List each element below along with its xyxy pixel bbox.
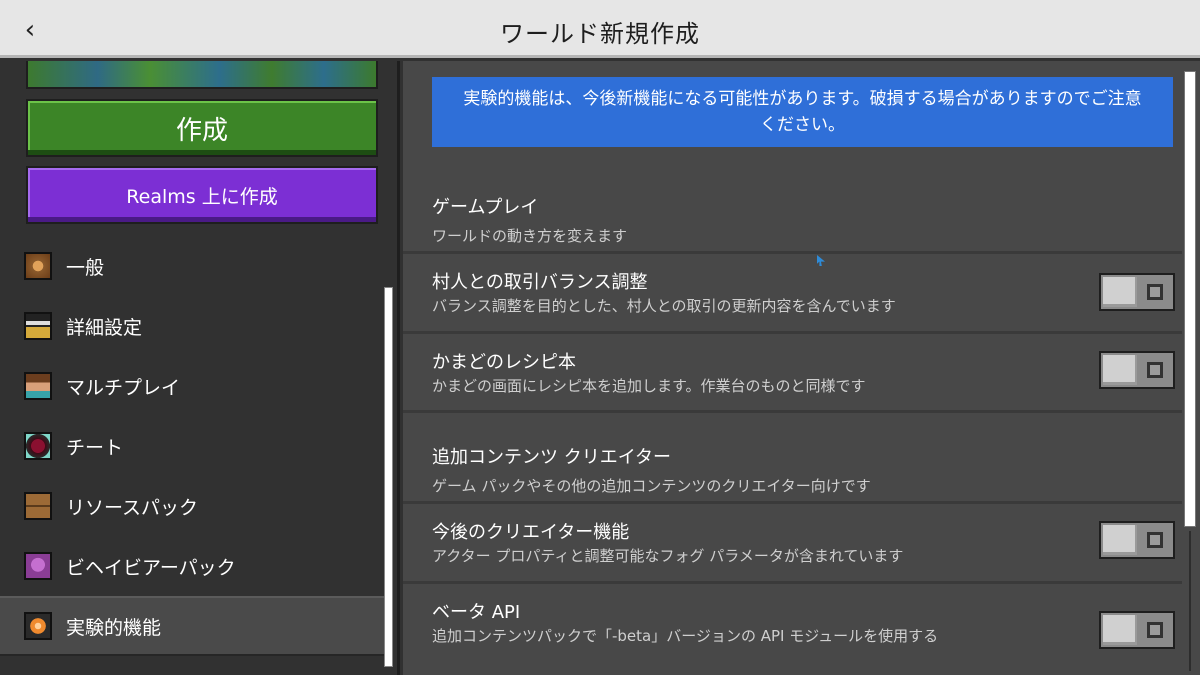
sidebar-item-label: マルチプレイ [66, 376, 181, 399]
sidebar: 作成 Realms 上に作成 一般 詳細設定 マルチプレイ チート リソースパッ… [0, 61, 400, 675]
sidebar-item-label: 一般 [66, 256, 105, 279]
create-button[interactable]: 作成 [26, 99, 378, 157]
section-desc-addon-creators: ゲーム パックやその他の追加コンテンツのクリエイター向けです [432, 477, 871, 495]
sidebar-item-label: チート [66, 436, 124, 459]
beta-api-toggle[interactable] [1099, 611, 1175, 649]
sidebar-item-label: ビヘイビアーパック [66, 556, 236, 579]
sidebar-item-label: リソースパック [66, 496, 199, 519]
toggle-knob [1103, 615, 1137, 645]
sidebar-nav: 一般 詳細設定 マルチプレイ チート リソースパック ビヘイビアーパック 実験的… [0, 236, 384, 656]
villager-trade-rebalance-toggle[interactable] [1099, 273, 1175, 311]
create-on-realms-button[interactable]: Realms 上に作成 [26, 166, 378, 224]
setting-row-furnace-recipe-book: かまどのレシピ本 かまどの画面にレシピ本を追加します。作業台のものと同様です [403, 334, 1182, 412]
experimental-notice-banner: 実験的機能は、今後新機能になる可能性があります。破損する場合がありますのでご注意… [432, 77, 1173, 147]
toggle-off-icon [1147, 622, 1163, 638]
toggle-knob [1103, 525, 1137, 555]
upcoming-creator-features-toggle[interactable] [1099, 521, 1175, 559]
setting-description: アクター プロパティと調整可能なフォグ パラメータが含まれています [432, 547, 904, 565]
toggle-knob [1103, 355, 1137, 385]
section-title-gameplay: ゲームプレイ [432, 197, 539, 218]
furnace-recipe-book-toggle[interactable] [1099, 351, 1175, 389]
sidebar-item-label: 詳細設定 [66, 316, 143, 339]
sidebar-scrollbar[interactable] [384, 287, 393, 667]
world-preview-image [26, 61, 378, 89]
page-title: ワールド新規作成 [500, 20, 700, 48]
general-icon [24, 252, 52, 280]
setting-title: 村人との取引バランス調整 [432, 272, 648, 293]
experiments-panel: 実験的機能は、今後新機能になる可能性があります。破損する場合がありますのでご注意… [403, 61, 1200, 675]
toggle-off-icon [1147, 362, 1163, 378]
toggle-off-icon [1147, 284, 1163, 300]
toggle-knob [1103, 277, 1137, 307]
setting-title: 今後のクリエイター機能 [432, 522, 630, 543]
header-bar: ‹ ワールド新規作成 [0, 0, 1200, 58]
sidebar-item-advanced[interactable]: 詳細設定 [0, 296, 384, 356]
setting-row-beta-api: ベータ API 追加コンテンツパックで「-beta」バージョンの API モジュ… [403, 584, 1182, 675]
sidebar-item-label: 実験的機能 [66, 616, 162, 639]
scrollbar-track [1189, 531, 1191, 671]
sidebar-item-cheats[interactable]: チート [0, 416, 384, 476]
sidebar-item-behavior-packs[interactable]: ビヘイビアーパック [0, 536, 384, 596]
main-scrollbar[interactable] [1184, 71, 1196, 527]
cheat-icon [24, 432, 52, 460]
setting-description: かまどの画面にレシピ本を追加します。作業台のものと同様です [432, 377, 866, 395]
resource-pack-icon [24, 492, 52, 520]
sidebar-item-general[interactable]: 一般 [0, 236, 384, 296]
sidebar-item-experiments[interactable]: 実験的機能 [0, 596, 384, 656]
divider [403, 410, 1182, 413]
toggle-off-icon [1147, 532, 1163, 548]
sidebar-item-resource-packs[interactable]: リソースパック [0, 476, 384, 536]
setting-row-upcoming-creator-features: 今後のクリエイター機能 アクター プロパティと調整可能なフォグ パラメータが含ま… [403, 504, 1182, 582]
setting-title: ベータ API [432, 602, 521, 623]
advanced-settings-icon [24, 312, 52, 340]
setting-description: バランス調整を目的とした、村人との取引の更新内容を含んでいます [432, 297, 896, 315]
setting-title: かまどのレシピ本 [432, 352, 576, 373]
section-title-addon-creators: 追加コンテンツ クリエイター [432, 447, 672, 468]
multiplayer-icon [24, 372, 52, 400]
setting-description: 追加コンテンツパックで「-beta」バージョンの API モジュールを使用する [432, 627, 939, 645]
setting-row-villager-trade-rebalance: 村人との取引バランス調整 バランス調整を目的とした、村人との取引の更新内容を含ん… [403, 254, 1182, 332]
behavior-pack-icon [24, 552, 52, 580]
experiment-icon [24, 612, 52, 640]
sidebar-item-multiplayer[interactable]: マルチプレイ [0, 356, 384, 416]
section-desc-gameplay: ワールドの動き方を変えます [432, 227, 628, 245]
